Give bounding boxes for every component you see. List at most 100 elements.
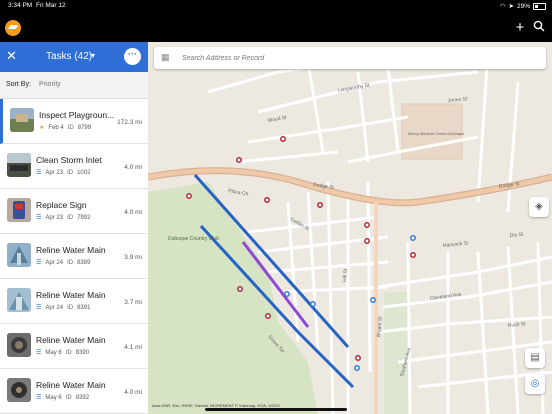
task-date: Apr 23 xyxy=(45,214,64,221)
task-title: Inspect Playgroun... xyxy=(39,110,115,120)
map-label-jones: Jones St xyxy=(448,96,469,104)
task-thumbnail xyxy=(10,108,34,132)
layers-button[interactable]: ◈ xyxy=(529,197,549,217)
task-meta: ☰ Apr 23 ID 7992 xyxy=(36,214,91,222)
task-thumbnail xyxy=(7,198,31,222)
list-icon: ☰ xyxy=(36,215,42,221)
sort-bar[interactable]: Sort By: Priority xyxy=(0,72,148,99)
task-distance: 172.3 mi xyxy=(117,119,142,126)
task-thumbnail xyxy=(7,378,31,402)
app-logo[interactable] xyxy=(5,20,21,36)
task-date: Apr 23 xyxy=(45,169,64,176)
sort-label: Sort By: xyxy=(6,81,31,88)
task-row[interactable]: Reline Water Main ☰ May 6 ID 8392 4.0 mi xyxy=(0,369,148,414)
task-distance: 4.0 mi xyxy=(124,389,142,396)
map-label-rush: Rush St xyxy=(508,321,527,329)
task-distance: 4.1 mi xyxy=(124,344,142,351)
task-title: Reline Water Main xyxy=(36,245,106,255)
task-panel-header: ✕ Tasks (42) ▾ ··· xyxy=(0,42,148,72)
task-row[interactable]: Reline Water Main ☰ Apr 24 ID 8389 3.9 m… xyxy=(0,234,148,279)
list-icon: ☰ xyxy=(36,350,42,356)
task-id: 7992 xyxy=(77,214,91,221)
task-distance: 3.9 mi xyxy=(124,254,142,261)
task-date: May 6 xyxy=(45,349,62,356)
task-meta: ☰ May 6 ID 8390 xyxy=(36,349,90,357)
map-search-bar[interactable]: ▦ xyxy=(154,47,546,69)
task-id-label: ID xyxy=(67,304,74,311)
task-id: 8391 xyxy=(77,304,91,311)
task-title: Replace Sign xyxy=(36,200,87,210)
search-icon[interactable] xyxy=(531,20,547,35)
task-meta: ☰ Apr 23 ID 1002 xyxy=(36,169,91,177)
locate-button[interactable]: ◎ xyxy=(525,374,545,394)
task-row[interactable]: Replace Sign ☰ Apr 23 ID 7992 4.0 mi xyxy=(0,189,148,234)
task-thumbnail xyxy=(7,333,31,357)
task-title: Reline Water Main xyxy=(36,380,106,390)
task-title: Reline Water Main xyxy=(36,335,106,345)
basemap-button[interactable]: ▤ xyxy=(525,348,545,368)
task-row[interactable]: Inspect Playgroun... ★ Feb 4 ID 8799 172… xyxy=(0,99,148,144)
task-id: 8389 xyxy=(77,259,91,266)
task-id-label: ID xyxy=(67,124,74,131)
battery-percent: 29% xyxy=(516,2,530,10)
task-distance: 3.7 mi xyxy=(124,299,142,306)
task-id-label: ID xyxy=(67,169,74,176)
task-row[interactable]: Reline Water Main ☰ Apr 24 ID 8391 3.7 m… xyxy=(0,279,148,324)
task-date: May 6 xyxy=(45,394,62,401)
more-options-button[interactable]: ··· xyxy=(124,48,141,65)
map-label-hill: Hill St xyxy=(342,268,349,282)
map-label-langworthy: Langworthy St xyxy=(337,82,370,94)
map-label-hancock: Hancock St xyxy=(443,240,470,249)
building-icon: ▦ xyxy=(161,52,170,62)
plus-icon[interactable]: + xyxy=(512,20,528,35)
task-row[interactable]: Clean Storm Inlet ☰ Apr 23 ID 1002 4.0 m… xyxy=(0,144,148,189)
map-label-wood: Wood St xyxy=(267,115,287,124)
battery-icon xyxy=(533,2,546,10)
task-id: 8390 xyxy=(75,349,90,356)
list-icon: ☰ xyxy=(36,395,42,401)
task-title: Reline Water Main xyxy=(36,290,106,300)
task-title: Clean Storm Inlet xyxy=(36,155,102,165)
map-label-plaza: Plaza Ctr xyxy=(228,188,250,198)
list-icon: ☰ xyxy=(36,260,42,266)
task-meta: ☰ May 6 ID 8392 xyxy=(36,394,90,402)
chevron-down-icon[interactable]: ▾ xyxy=(91,51,95,60)
task-date: Feb 4 xyxy=(48,124,64,131)
home-indicator[interactable] xyxy=(205,408,347,411)
list-icon: ☰ xyxy=(36,305,42,311)
layers-icon: ◈ xyxy=(535,201,543,212)
task-thumbnail xyxy=(7,153,31,177)
task-list-title[interactable]: Tasks (42) xyxy=(46,51,92,62)
status-time: 3:34 PM xyxy=(8,2,33,9)
map-label-dix: Dix St xyxy=(510,232,524,239)
task-id: 8392 xyxy=(75,394,90,401)
task-meta: ☰ Apr 24 ID 8389 xyxy=(36,259,91,267)
sort-value[interactable]: Priority xyxy=(39,81,61,88)
task-thumbnail xyxy=(7,288,31,312)
task-distance: 4.0 mi xyxy=(124,209,142,216)
status-date: Fri Mar 12 xyxy=(36,2,66,9)
map-view[interactable]: Dodge St Dodge St Bryant St Hill St Clev… xyxy=(148,42,552,414)
task-date: Apr 24 xyxy=(45,304,64,311)
map-label-country-club: Dubuque Country Club xyxy=(168,236,219,242)
map-canvas[interactable]: Dodge St Dodge St Bryant St Hill St Clev… xyxy=(148,42,552,414)
task-id-label: ID xyxy=(67,214,74,221)
list-icon: ☰ xyxy=(36,170,42,176)
status-bar: 3:34 PM Fri Mar 12 ◠ ➤ 29% xyxy=(0,0,552,12)
task-id-label: ID xyxy=(65,349,72,356)
task-distance: 4.0 mi xyxy=(124,164,142,171)
task-id: 8799 xyxy=(77,124,92,131)
star-icon: ★ xyxy=(39,125,45,131)
search-input[interactable] xyxy=(180,50,534,67)
task-date: Apr 24 xyxy=(45,259,64,266)
map-label-mercy: Mercy Medical Center-Dubuque xyxy=(408,131,465,136)
task-id-label: ID xyxy=(65,394,72,401)
close-icon[interactable]: ✕ xyxy=(6,49,17,63)
task-id: 1002 xyxy=(77,169,91,176)
status-indicators: ◠ ➤ 29% xyxy=(500,2,546,10)
task-meta: ☰ Apr 24 ID 8391 xyxy=(36,304,91,312)
task-panel: ✕ Tasks (42) ▾ ··· Sort By: Priority Ins… xyxy=(0,42,148,414)
task-row[interactable]: Reline Water Main ☰ May 6 ID 8390 4.1 mi xyxy=(0,324,148,369)
location-icon: ➤ xyxy=(508,3,514,10)
map-label-corbin: Corbin St xyxy=(289,217,311,233)
